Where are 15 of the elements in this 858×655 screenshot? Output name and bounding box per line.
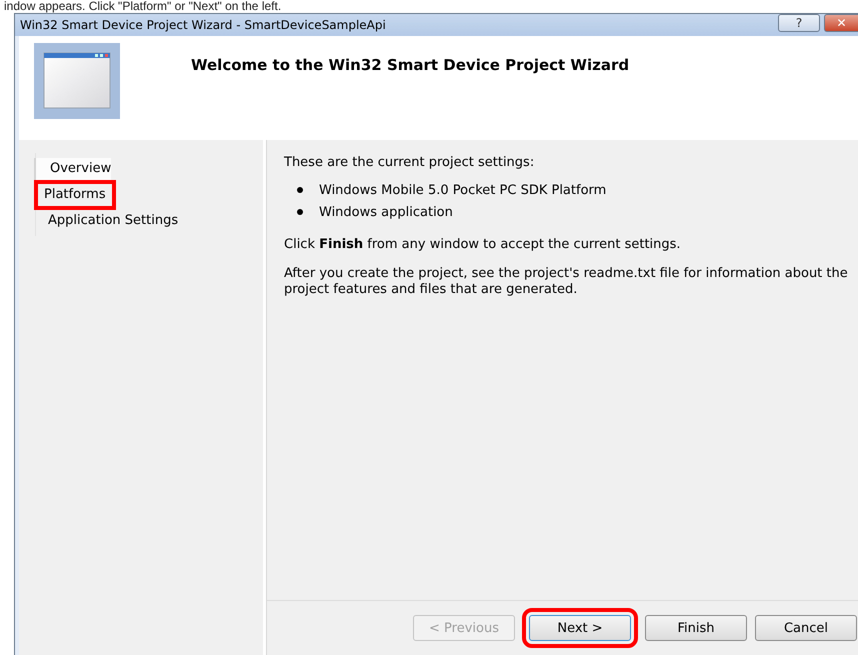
caption-text: indow appears. Click "Platform" or "Next" on the left. <box>3 0 282 13</box>
step-link[interactable]: Application Settings <box>34 210 178 236</box>
wizard-button[interactable]: Finish <box>645 615 747 641</box>
wizard-button[interactable]: Cancel <box>755 615 857 641</box>
setting-text: Windows application <box>319 204 453 220</box>
setting-text: Windows Mobile 5.0 Pocket PC SDK Platform <box>319 182 606 198</box>
bullet-icon <box>297 187 303 193</box>
intro-text: These are the current project settings: <box>284 155 536 171</box>
info-text: After you create the project, see the project's readme.txt file for information about the project features and files that are generated. <box>284 266 849 298</box>
help-button[interactable]: ? <box>778 14 820 32</box>
window-icon <box>34 43 120 119</box>
wizard-heading: Welcome to the Win32 Smart Device Project Wizard <box>191 56 630 74</box>
info-text: Click Finish from any window to accept the current settings. <box>284 237 682 253</box>
bullet-icon <box>297 209 303 215</box>
window-title: Win32 Smart Device Project Wizard - SmartDeviceSampleApi <box>20 18 386 32</box>
